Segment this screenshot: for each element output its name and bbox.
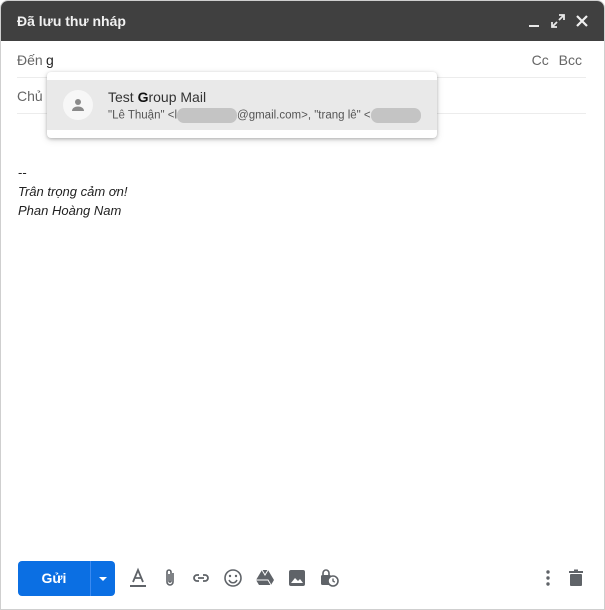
more-options-icon[interactable] xyxy=(537,567,559,589)
close-icon[interactable] xyxy=(572,11,592,31)
message-body[interactable]: -- Trân trọng cảm ơn! Phan Hoàng Nam xyxy=(18,163,578,220)
send-button-group: Gửi xyxy=(18,561,115,596)
draft-saved-title: Đã lưu thư nháp xyxy=(17,13,126,29)
person-icon xyxy=(72,99,84,111)
delete-icon[interactable] xyxy=(565,567,587,589)
signature-separator: -- xyxy=(18,165,27,180)
send-button[interactable]: Gửi xyxy=(18,561,90,596)
confidential-icon[interactable] xyxy=(318,567,340,589)
compose-window: Đã lưu thư nháp Đến g Cc Bcc Chủ Test Gr… xyxy=(0,0,605,610)
emoji-icon[interactable] xyxy=(222,567,244,589)
match-highlight: G xyxy=(137,89,149,105)
redacted-email xyxy=(177,108,238,123)
photo-icon[interactable] xyxy=(286,567,308,589)
to-input[interactable]: g xyxy=(46,52,54,68)
signature-line: Trân trọng cảm ơn! xyxy=(18,184,128,199)
to-label: Đến xyxy=(17,52,43,68)
expand-icon[interactable] xyxy=(548,11,568,31)
cc-link[interactable]: Cc xyxy=(532,52,549,68)
minimize-icon[interactable] xyxy=(524,11,544,31)
bcc-link[interactable]: Bcc xyxy=(559,52,582,68)
compose-titlebar[interactable]: Đã lưu thư nháp xyxy=(1,1,604,41)
suggestion-emails: "Lê Thuận" <l @gmail.com>, "trang lê" < xyxy=(108,108,421,123)
link-icon[interactable] xyxy=(190,567,212,589)
chevron-down-icon xyxy=(99,577,107,581)
subject-label: Chủ xyxy=(17,88,43,104)
send-options-button[interactable] xyxy=(91,561,115,596)
redacted-email xyxy=(370,108,421,123)
format-text-icon[interactable] xyxy=(127,567,149,589)
cc-bcc-links: Cc Bcc xyxy=(532,52,582,68)
attach-icon[interactable] xyxy=(159,567,181,589)
suggestion-name: Test Group Mail xyxy=(108,89,207,105)
suggestion-item[interactable]: Test Group Mail "Lê Thuận" <l @gmail.com>… xyxy=(47,80,437,130)
compose-toolbar: Gửi xyxy=(1,556,604,601)
avatar xyxy=(63,90,93,120)
signature-name: Phan Hoàng Nam xyxy=(18,203,122,218)
drive-icon[interactable] xyxy=(254,567,276,589)
recipient-autocomplete: Test Group Mail "Lê Thuận" <l @gmail.com>… xyxy=(47,72,437,138)
